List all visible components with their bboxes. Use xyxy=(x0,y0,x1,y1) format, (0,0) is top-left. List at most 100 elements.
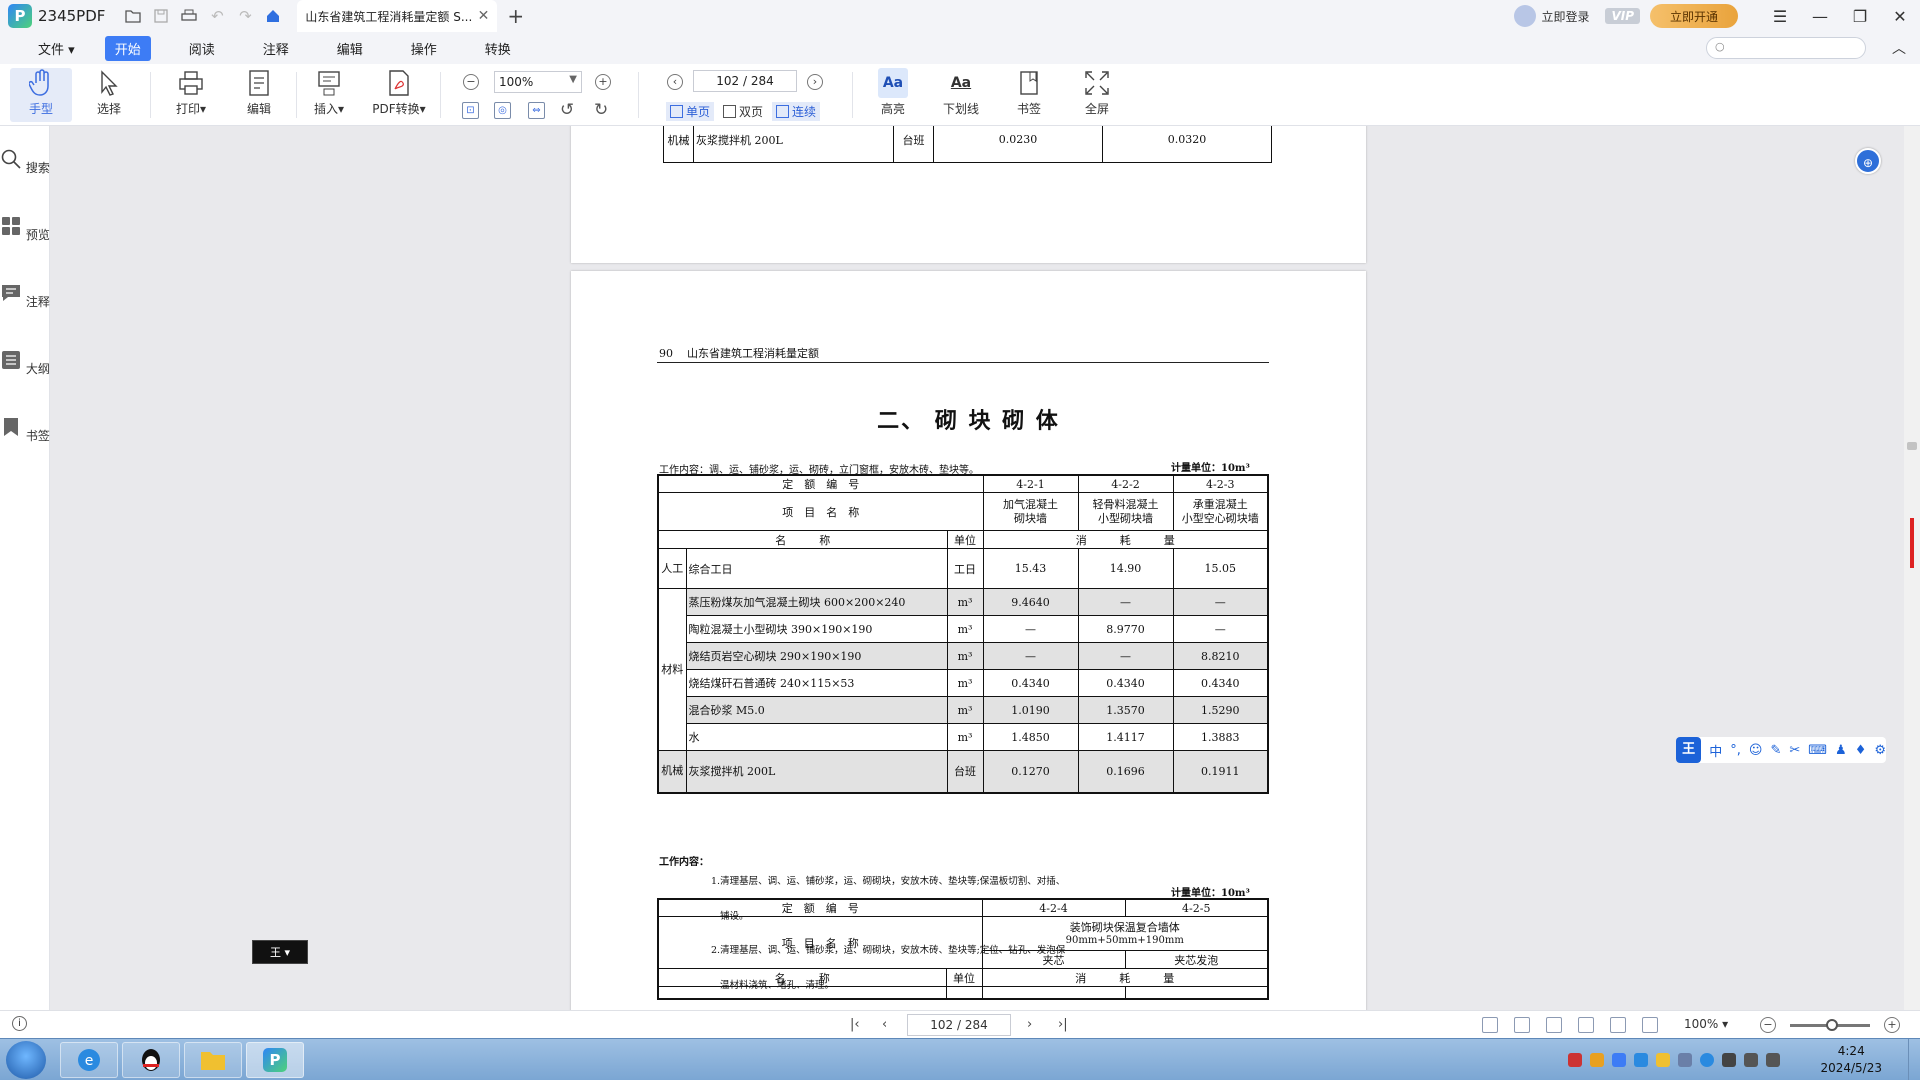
fit-width-icon[interactable] xyxy=(1546,1017,1562,1033)
menu-operate[interactable]: 操作 xyxy=(401,36,447,61)
floating-assistant-icon[interactable]: ⊕ xyxy=(1855,148,1881,174)
fit-page-icon[interactable] xyxy=(1514,1017,1530,1033)
prev-page-icon[interactable]: ‹ xyxy=(667,74,683,90)
highlight-button[interactable]: Aa 高亮 xyxy=(862,68,924,122)
menu-edit[interactable]: 编辑 xyxy=(327,36,373,61)
select-tool-button[interactable]: 选择 xyxy=(78,68,140,122)
zoom-in-icon[interactable]: + xyxy=(1884,1017,1900,1033)
menu-file[interactable]: 文件 ▾ xyxy=(28,36,85,61)
taskbar-qq[interactable] xyxy=(122,1042,180,1078)
pen-icon[interactable]: ✎ xyxy=(1770,743,1781,758)
menu-start[interactable]: 开始 xyxy=(104,35,151,61)
menu-annotate[interactable]: 注释 xyxy=(253,36,299,61)
document-view[interactable]: 机械 灰浆搅拌机 200L 台班 0.0230 0.0320 90 山东省建筑工… xyxy=(51,126,1883,1010)
actual-size-icon[interactable]: ⊡ xyxy=(462,102,479,119)
insert-button[interactable]: 插入▾ xyxy=(298,68,360,122)
tray-browser-icon[interactable] xyxy=(1700,1053,1714,1067)
rotate-left-icon[interactable]: ↺ xyxy=(560,100,574,120)
search-input[interactable]: ○ xyxy=(1706,37,1866,59)
collapse-ribbon-icon[interactable]: ︿ xyxy=(1892,38,1906,58)
menu-icon[interactable]: ☰ xyxy=(1760,7,1800,26)
actual-size-icon[interactable] xyxy=(1482,1017,1498,1033)
bookmark-button[interactable]: 书签 xyxy=(998,68,1060,122)
underline-button[interactable]: Aa 下划线 xyxy=(930,68,992,122)
next-page-icon[interactable]: › xyxy=(807,74,823,90)
sidebar-item-search[interactable]: 搜索 xyxy=(0,148,50,176)
zoom-out-icon[interactable]: − xyxy=(463,74,479,90)
emoji-icon[interactable]: ☺ xyxy=(1749,743,1763,758)
double-page-button[interactable]: 双页 xyxy=(719,102,767,121)
menu-read[interactable]: 阅读 xyxy=(179,36,225,61)
sidebar-item-annotations[interactable]: 注释 xyxy=(0,282,50,310)
tray-folder-icon[interactable] xyxy=(1656,1053,1670,1067)
tray-shield-icon[interactable] xyxy=(1678,1053,1692,1067)
tray-app-icon[interactable] xyxy=(1590,1053,1604,1067)
taskbar-2345pdf[interactable]: P xyxy=(246,1042,304,1078)
keyboard-icon[interactable]: ⌨ xyxy=(1808,743,1827,758)
sidebar-item-bookmarks[interactable]: 书签 xyxy=(0,416,50,444)
taskbar-clock[interactable]: 4:24 2024/5/23 xyxy=(1820,1043,1882,1077)
single-page-button[interactable]: 单页 xyxy=(666,102,715,121)
last-page-icon[interactable]: ›| xyxy=(1058,1017,1068,1032)
rotate-right-icon[interactable]: ↻ xyxy=(594,100,608,120)
continuous-icon[interactable] xyxy=(1642,1017,1658,1033)
zoom-in-icon[interactable]: + xyxy=(595,74,611,90)
scrollbar-thumb[interactable] xyxy=(1907,442,1917,450)
taskbar-explorer[interactable] xyxy=(184,1042,242,1078)
undo-icon[interactable]: ↶ xyxy=(203,2,231,30)
sidebar-item-outline[interactable]: 大纲 xyxy=(0,349,50,377)
home-icon[interactable] xyxy=(259,2,287,30)
double-page-icon[interactable] xyxy=(1610,1017,1626,1033)
status-zoom[interactable]: 100% ▾ xyxy=(1684,1017,1728,1031)
close-tab-icon[interactable]: ✕ xyxy=(478,8,490,24)
print-button[interactable]: 打印▾ xyxy=(160,68,222,122)
ime-mini-toolbar[interactable]: 王 ▾ xyxy=(252,940,308,964)
save-icon[interactable] xyxy=(147,2,175,30)
print-icon[interactable] xyxy=(175,2,203,30)
close-icon[interactable]: ✕ xyxy=(1880,7,1920,26)
ime-mode[interactable]: 中 xyxy=(1709,741,1722,760)
zoom-select[interactable]: 100% ▼ xyxy=(494,71,582,93)
show-desktop-button[interactable] xyxy=(1908,1039,1920,1080)
status-page-input[interactable]: 102 / 284 xyxy=(907,1014,1011,1036)
tray-ime-icon[interactable] xyxy=(1722,1053,1736,1067)
tray-app-icon[interactable] xyxy=(1612,1053,1626,1067)
tray-network-icon[interactable] xyxy=(1744,1053,1758,1067)
open-vip-button[interactable]: 立即开通 xyxy=(1650,4,1738,28)
login-button[interactable]: 立即登录 xyxy=(1514,5,1589,27)
continuous-button[interactable]: 连续 xyxy=(772,102,821,121)
scissors-icon[interactable]: ✂ xyxy=(1789,743,1800,758)
zoom-slider[interactable] xyxy=(1790,1019,1870,1031)
redo-icon[interactable]: ↷ xyxy=(231,2,259,30)
menu-convert[interactable]: 转换 xyxy=(475,36,521,61)
info-icon[interactable]: i xyxy=(12,1016,27,1031)
fit-page-icon[interactable]: ◎ xyxy=(494,102,511,119)
vertical-scrollbar[interactable] xyxy=(1904,126,1920,1010)
next-page-icon[interactable]: › xyxy=(1027,1017,1032,1032)
document-tab[interactable]: 山东省建筑工程消耗量定额 S... ✕ xyxy=(297,0,498,32)
hand-tool-button[interactable]: 手型 xyxy=(10,68,72,122)
start-button[interactable] xyxy=(6,1041,46,1079)
first-page-icon[interactable]: |‹ xyxy=(850,1017,860,1032)
user-icon[interactable]: ♟ xyxy=(1835,743,1847,758)
page-number-input[interactable]: 102 / 284 xyxy=(693,70,797,92)
tray-security-icon[interactable] xyxy=(1568,1053,1582,1067)
punctuation-icon[interactable]: °, xyxy=(1730,743,1741,758)
single-page-icon[interactable] xyxy=(1578,1017,1594,1033)
skin-icon[interactable]: ♦ xyxy=(1855,743,1867,758)
edit-button[interactable]: 编辑 xyxy=(228,68,290,122)
tray-volume-icon[interactable] xyxy=(1766,1053,1780,1067)
restore-icon[interactable]: ❐ xyxy=(1840,7,1880,26)
minimize-icon[interactable]: — xyxy=(1800,7,1840,26)
zoom-slider-knob[interactable] xyxy=(1826,1019,1838,1031)
pdf-convert-button[interactable]: PDF转换▾ xyxy=(364,68,434,122)
ime-toolbar[interactable]: 王 中 °, ☺ ✎ ✂ ⌨ ♟ ♦ ⚙ xyxy=(1676,737,1886,763)
new-tab-icon[interactable]: + xyxy=(507,4,524,28)
settings-icon[interactable]: ⚙ xyxy=(1874,743,1886,758)
fit-width-icon[interactable]: ⇔ xyxy=(528,102,545,119)
fullscreen-button[interactable]: 全屏 xyxy=(1066,68,1128,122)
open-folder-icon[interactable] xyxy=(119,2,147,30)
prev-page-icon[interactable]: ‹ xyxy=(882,1017,887,1032)
zoom-out-icon[interactable]: − xyxy=(1760,1017,1776,1033)
taskbar-ie[interactable]: e xyxy=(60,1042,118,1078)
